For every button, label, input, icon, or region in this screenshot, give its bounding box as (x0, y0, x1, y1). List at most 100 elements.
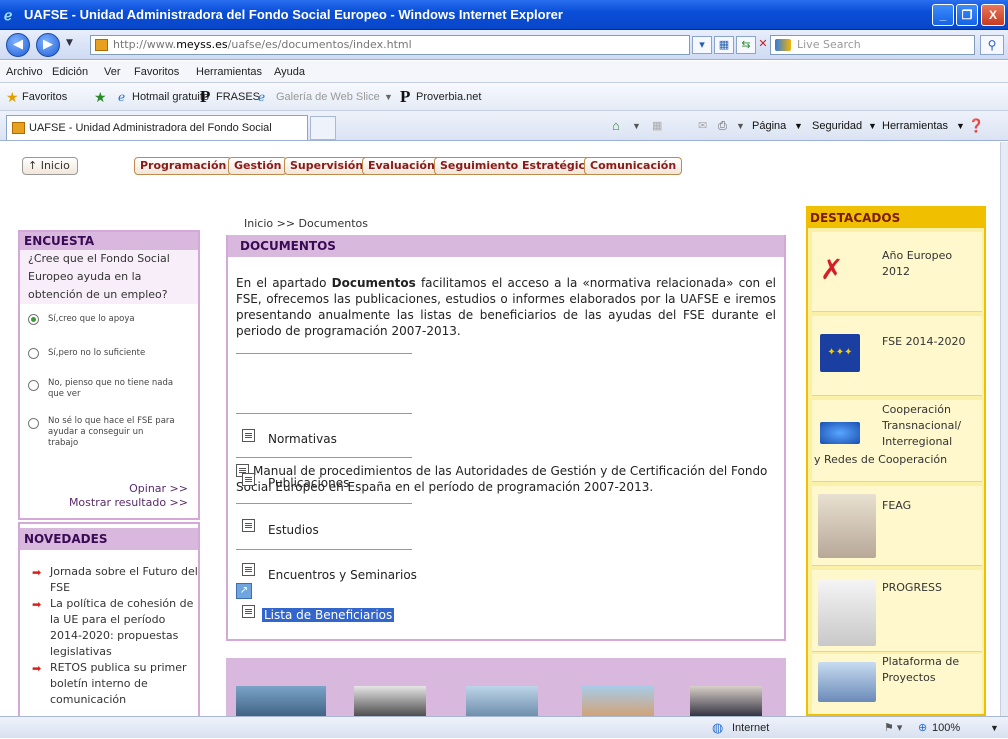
photo-thumbnail[interactable] (466, 686, 538, 716)
ie-logo-icon: ℯ (4, 7, 13, 23)
encuesta-option-radio-4[interactable] (28, 418, 39, 429)
encuesta-option-radio-1[interactable] (28, 314, 39, 325)
security-zone: Internet (732, 722, 770, 734)
novedad-item-3[interactable]: RETOS publica su primer boletín interno … (50, 660, 198, 708)
destacado-ano-europeo[interactable]: ✗ Año Europeo 2012 (812, 232, 982, 312)
inicio-button[interactable]: ↑ Inicio (22, 157, 78, 175)
hotmail-ie-icon: ℯ (118, 90, 126, 104)
protected-mode-icon[interactable]: ⚑ ▾ (884, 717, 902, 739)
menu-archivo[interactable]: Archivo (6, 61, 43, 83)
zoom-dropdown-icon[interactable]: ▼ (990, 717, 999, 739)
menu-ver[interactable]: Ver (104, 61, 121, 83)
nav-supervision[interactable]: Supervisión (284, 157, 370, 175)
vertical-scrollbar[interactable] (1000, 142, 1008, 716)
novedad-item-2[interactable]: La política de cohesión de la UE para el… (50, 596, 200, 660)
destacado-label-extra: y Redes de Cooperación (814, 453, 948, 466)
galeria-dropdown-icon[interactable]: ▼ (384, 83, 393, 111)
destacado-feag[interactable]: FEAG (812, 486, 982, 566)
fav-frases[interactable]: FRASES (216, 83, 260, 111)
encuesta-title: ENCUESTA (20, 232, 198, 250)
fav-proverbia[interactable]: Proverbia.net (416, 83, 481, 111)
nav-comunicacion[interactable]: Comunicación (584, 157, 683, 175)
close-button[interactable]: X (981, 4, 1005, 26)
feeds-icon[interactable]: ▦ (652, 111, 662, 141)
favorites-button[interactable]: Favoritos (22, 83, 67, 111)
mostrar-resultado-link[interactable]: Mostrar resultado >> (69, 496, 188, 509)
photo-thumbnail[interactable] (690, 686, 762, 716)
navigation-bar: ◀ ▶ ▼ http://www.meyss.es/uafse/es/docum… (0, 30, 1008, 60)
opinar-link[interactable]: Opinar >> (129, 482, 188, 495)
document-icon (242, 519, 255, 532)
destacado-progress[interactable]: PROGRESS (812, 570, 982, 652)
destacado-plataforma[interactable]: Plataforma de Proyectos (812, 654, 982, 714)
link-encuentros[interactable]: Encuentros y Seminarios (268, 567, 417, 583)
destacado-fse[interactable]: ✦✦✦ FSE 2014-2020 (812, 316, 982, 396)
print-dropdown-icon[interactable]: ▼ (736, 111, 745, 141)
tab-uafse[interactable]: UAFSE - Unidad Administradora del Fondo … (6, 115, 308, 158)
address-bar[interactable]: http://www.meyss.es/uafse/es/documentos/… (90, 35, 690, 55)
link-estudios[interactable]: Estudios (268, 522, 319, 538)
mail-icon[interactable]: ✉ (698, 111, 707, 141)
fav-galeria[interactable]: Galería de Web Slice (276, 83, 380, 111)
fav-hotmail[interactable]: Hotmail gratuito (132, 83, 209, 111)
breadcrumb[interactable]: Inicio >> Documentos (244, 217, 368, 230)
back-button[interactable]: ◀ (6, 33, 30, 57)
pagina-dropdown-icon: ▼ (794, 121, 803, 131)
home-icon[interactable]: ⌂ (612, 111, 620, 141)
compatibility-icon[interactable]: ▦ (714, 36, 734, 54)
home-dropdown-icon[interactable]: ▼ (632, 111, 641, 141)
add-favorites-icon[interactable]: ★ (94, 83, 107, 111)
menu-edicion[interactable]: Edición (52, 61, 88, 83)
photo-thumbnail[interactable] (236, 686, 326, 716)
photo-thumbnail[interactable] (582, 686, 654, 716)
stop-icon[interactable]: ✕ (758, 36, 768, 54)
history-dropdown-icon[interactable]: ▼ (66, 38, 73, 48)
destacado-label: PROGRESS (882, 581, 943, 594)
herramientas-tab-menu[interactable]: Herramientas (882, 111, 948, 141)
destacados-panel: DESTACADOS ✗ Año Europeo 2012 ✦✦✦ FSE 20… (806, 206, 986, 716)
url-prefix: http://www. (113, 38, 177, 51)
forward-button[interactable]: ▶ (36, 33, 60, 57)
photo-thumbnail[interactable] (354, 686, 426, 716)
link-lista-beneficiarios[interactable]: Lista de Beneficiarios (262, 607, 395, 623)
refresh-icon[interactable]: ⇆ (736, 36, 756, 54)
link-normativas[interactable]: Normativas (268, 431, 337, 447)
plataforma-image (818, 662, 876, 702)
help-icon[interactable]: ❓ (968, 111, 984, 141)
feag-image (818, 494, 876, 558)
documentos-panel: DOCUMENTOS En el apartado Documentos fac… (226, 235, 786, 641)
title-bar: ℯ UAFSE - Unidad Administradora del Fond… (0, 0, 1008, 30)
address-dropdown-button[interactable]: ▾ (692, 36, 712, 54)
image-strip (226, 658, 786, 716)
accelerator-icon[interactable]: ↗ (236, 583, 252, 599)
novedad-arrow-icon: ➡ (32, 566, 42, 579)
pagina-menu[interactable]: Página (752, 111, 786, 141)
nav-gestion[interactable]: Gestión (228, 157, 288, 175)
restore-button[interactable]: ❐ (956, 4, 978, 26)
nav-seguimiento[interactable]: Seguimiento Estratégico (434, 157, 599, 175)
page-content: ↑ Inicio Programación Gestión Supervisió… (0, 142, 1000, 716)
magnifier-icon: ⚲ (987, 38, 997, 52)
encuesta-option-radio-3[interactable] (28, 380, 39, 391)
seguridad-menu[interactable]: Seguridad (812, 111, 862, 141)
menu-favoritos[interactable]: Favoritos (134, 61, 179, 83)
site-favicon-icon (95, 39, 108, 51)
intro-text-before: En el apartado (236, 276, 332, 290)
menu-herramientas[interactable]: Herramientas (196, 61, 262, 83)
minimize-button[interactable]: _ (932, 4, 954, 26)
novedades-box: NOVEDADES ➡ Jornada sobre el Futuro del … (18, 522, 200, 716)
print-icon[interactable]: ⎙ (718, 111, 727, 141)
zoom-level[interactable]: 100% (932, 717, 960, 739)
nav-evaluacion[interactable]: Evaluación (362, 157, 441, 175)
novedad-item-1[interactable]: Jornada sobre el Futuro del FSE (50, 564, 198, 596)
search-input[interactable]: Live Search (770, 35, 975, 55)
link-publicaciones[interactable]: Publicaciones (268, 475, 349, 491)
menu-ayuda[interactable]: Ayuda (274, 61, 305, 83)
documentos-intro: En el apartado Documentos facilitamos el… (236, 275, 776, 339)
nav-programacion[interactable]: Programación (134, 157, 233, 175)
encuesta-option-radio-2[interactable] (28, 348, 39, 359)
favorites-star-icon: ★ (6, 89, 19, 105)
new-tab-button[interactable] (310, 116, 336, 140)
destacado-cooperacion[interactable]: Cooperación Transnacional/ Interregional… (812, 400, 982, 482)
search-button[interactable]: ⚲ (980, 35, 1004, 55)
